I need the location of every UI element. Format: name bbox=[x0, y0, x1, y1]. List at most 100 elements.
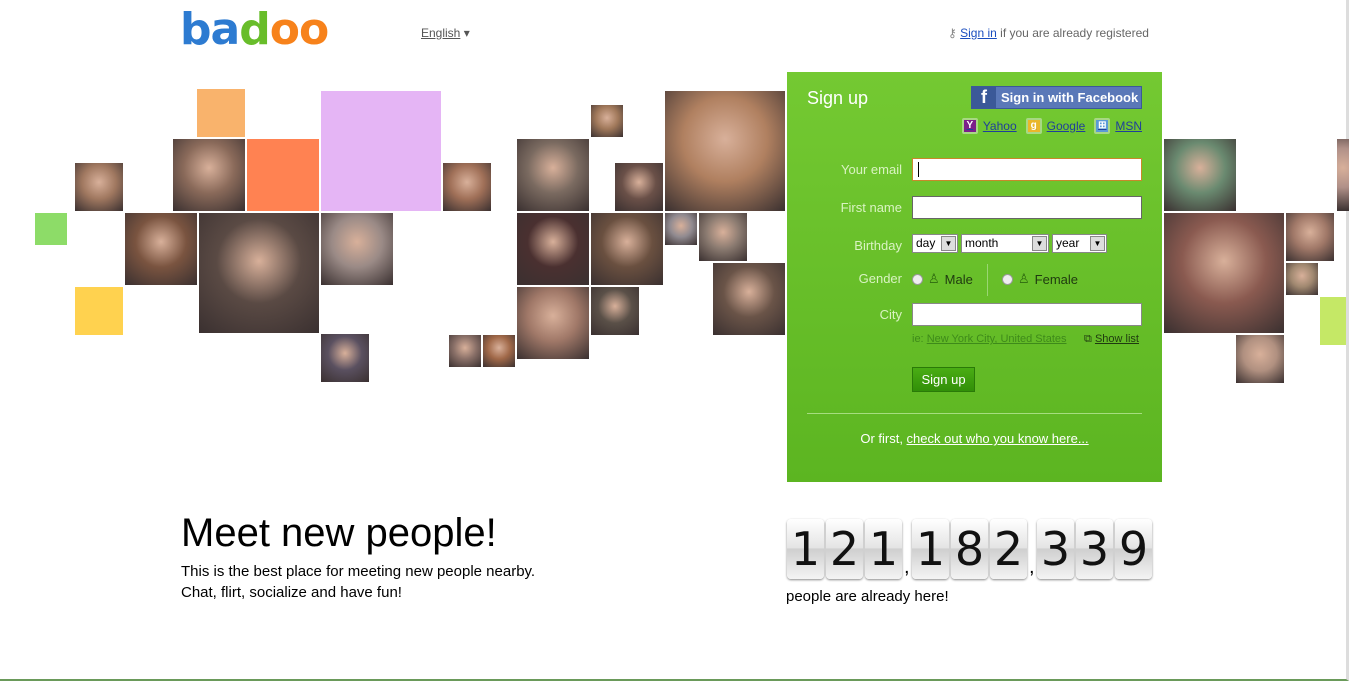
member-photo[interactable] bbox=[517, 139, 589, 211]
google-label: Google bbox=[1046, 119, 1086, 133]
counter-digit: 1 bbox=[865, 519, 902, 579]
email-label: Your email bbox=[841, 162, 902, 177]
member-photo[interactable] bbox=[321, 213, 393, 285]
member-counter: 121,182,339 bbox=[787, 519, 1154, 579]
color-tile bbox=[247, 139, 319, 211]
city-label: City bbox=[879, 307, 902, 322]
show-list-link[interactable]: Show list bbox=[1095, 333, 1139, 345]
member-photo[interactable] bbox=[713, 263, 785, 335]
counter-digit: 2 bbox=[826, 519, 863, 579]
google-icon: g bbox=[1025, 118, 1042, 134]
popup-icon: ⧉ bbox=[1084, 333, 1092, 345]
gender-male[interactable]: ♙ Male bbox=[912, 271, 973, 287]
language-selector[interactable]: English ▾ bbox=[421, 26, 470, 40]
yahoo-label: Yahoo bbox=[982, 119, 1017, 133]
msn-icon: ⊞ bbox=[1094, 118, 1111, 134]
male-icon: ♙ bbox=[928, 271, 940, 286]
member-photo[interactable] bbox=[199, 213, 319, 333]
member-photo[interactable] bbox=[1236, 335, 1284, 383]
signup-panel: Sign up f Sign in with Facebook Y Yahoo gG… bbox=[787, 72, 1162, 482]
gender-female[interactable]: ♙ Female bbox=[1002, 271, 1078, 287]
firstname-label: First name bbox=[840, 200, 902, 215]
city-input[interactable] bbox=[912, 303, 1142, 326]
gender-label: Gender bbox=[858, 271, 902, 286]
member-photo[interactable] bbox=[449, 335, 481, 367]
member-photo[interactable] bbox=[483, 335, 515, 367]
signup-button[interactable]: Sign up bbox=[912, 367, 975, 392]
yahoo-link[interactable]: Y Yahoo bbox=[961, 118, 1017, 134]
signup-title: Sign up bbox=[807, 88, 869, 108]
signin-link[interactable]: Sign in bbox=[960, 26, 997, 40]
check-out-link[interactable]: check out who you know here... bbox=[907, 431, 1089, 446]
city-hint-prefix: ie: bbox=[912, 333, 924, 345]
chevron-down-icon: ▼ bbox=[941, 236, 956, 251]
facebook-signin-button[interactable]: f Sign in with Facebook bbox=[971, 86, 1142, 109]
divider bbox=[807, 413, 1142, 414]
provider-links: Y Yahoo g Google ⊞ MSN bbox=[961, 118, 1142, 134]
signin-bar: ⚷ Sign in if you are already registered bbox=[948, 26, 1149, 40]
or-first-prefix: Or first, bbox=[860, 431, 907, 446]
msn-link[interactable]: ⊞ MSN bbox=[1094, 118, 1142, 134]
member-photo[interactable] bbox=[615, 163, 663, 211]
birthday-label: Birthday bbox=[854, 238, 902, 253]
day-value: day bbox=[916, 236, 936, 250]
headline: Meet new people! bbox=[181, 511, 497, 555]
city-hint: ie: New York City, United States bbox=[912, 333, 1067, 345]
female-icon: ♙ bbox=[1018, 271, 1030, 286]
badoo-logo[interactable]: badoo bbox=[180, 4, 329, 55]
member-photo[interactable] bbox=[699, 213, 747, 261]
member-photo[interactable] bbox=[591, 105, 623, 137]
counter-digit: 3 bbox=[1037, 519, 1074, 579]
key-icon: ⚷ bbox=[948, 26, 957, 40]
member-photo[interactable] bbox=[321, 334, 369, 382]
member-photo[interactable] bbox=[665, 213, 697, 245]
chevron-down-icon: ▼ bbox=[1032, 236, 1047, 251]
member-photo[interactable] bbox=[665, 91, 785, 211]
counter-digit: 1 bbox=[912, 519, 949, 579]
google-link[interactable]: g Google bbox=[1025, 118, 1086, 134]
male-radio[interactable] bbox=[912, 273, 923, 285]
color-tile bbox=[75, 287, 123, 335]
logo-letter: o bbox=[269, 4, 300, 55]
member-photo[interactable] bbox=[443, 163, 491, 211]
year-select[interactable]: year ▼ bbox=[1052, 234, 1107, 253]
day-select[interactable]: day ▼ bbox=[912, 234, 958, 253]
female-label: Female bbox=[1034, 271, 1079, 287]
email-input[interactable] bbox=[912, 158, 1142, 181]
language-link[interactable]: English bbox=[421, 26, 460, 40]
logo-letter: d bbox=[239, 4, 270, 55]
member-photo[interactable] bbox=[1164, 139, 1236, 211]
logo-letter: a bbox=[210, 4, 241, 55]
show-list[interactable]: ⧉ Show list bbox=[1084, 333, 1139, 346]
member-photo[interactable] bbox=[517, 287, 589, 359]
month-select[interactable]: month ▼ bbox=[961, 234, 1049, 253]
msn-label: MSN bbox=[1115, 119, 1142, 133]
color-tile bbox=[1320, 297, 1346, 345]
firstname-input[interactable] bbox=[912, 196, 1142, 219]
member-photo[interactable] bbox=[517, 213, 589, 285]
month-value: month bbox=[965, 236, 999, 250]
counter-digit: 3 bbox=[1076, 519, 1113, 579]
facebook-icon: f bbox=[972, 87, 996, 108]
member-photo[interactable] bbox=[591, 213, 663, 285]
female-radio[interactable] bbox=[1002, 273, 1013, 285]
member-photo[interactable] bbox=[1164, 213, 1284, 333]
member-photo[interactable] bbox=[1286, 263, 1318, 295]
year-value: year bbox=[1056, 236, 1080, 250]
counter-digit: 1 bbox=[787, 519, 824, 579]
member-photo[interactable] bbox=[173, 139, 245, 211]
counter-digit: 9 bbox=[1115, 519, 1152, 579]
member-photo[interactable] bbox=[75, 163, 123, 211]
member-photo[interactable] bbox=[125, 213, 197, 285]
counter-caption: people are already here! bbox=[786, 588, 949, 605]
male-label: Male bbox=[944, 271, 973, 287]
city-example-link[interactable]: New York City, United States bbox=[927, 333, 1067, 345]
chevron-down-icon: ▼ bbox=[1090, 236, 1105, 251]
logo-letter: b bbox=[180, 4, 211, 55]
member-photo[interactable] bbox=[1337, 139, 1349, 211]
signin-text: if you are already registered bbox=[996, 26, 1149, 40]
member-photo[interactable] bbox=[1286, 213, 1334, 261]
color-tile bbox=[321, 91, 441, 211]
or-first-text: Or first, check out who you know here... bbox=[787, 431, 1162, 446]
member-photo[interactable] bbox=[591, 287, 639, 335]
